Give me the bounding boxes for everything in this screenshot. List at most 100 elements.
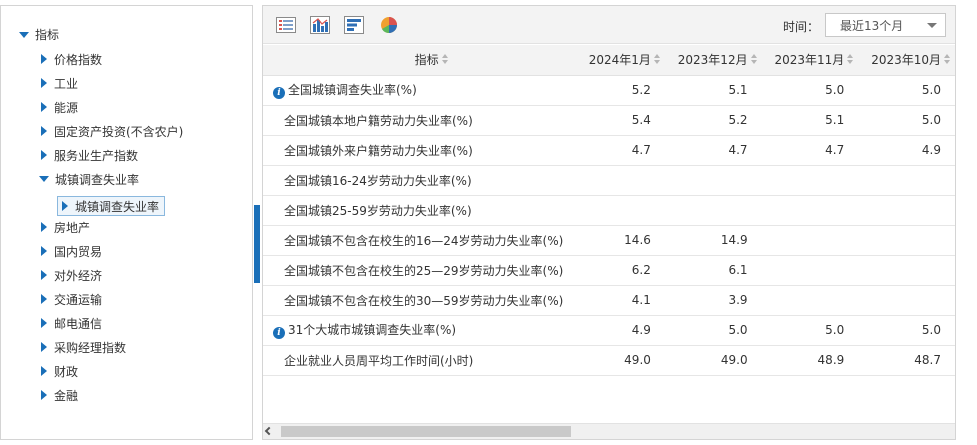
view-toolbar: 时间： 最近13个月 — [263, 6, 955, 44]
pie-chart-icon[interactable] — [378, 15, 400, 35]
info-icon[interactable]: i — [273, 327, 285, 339]
expand-right-icon[interactable] — [41, 390, 47, 400]
tree-item-label: 工业 — [54, 76, 79, 91]
expand-right-icon[interactable] — [41, 150, 47, 160]
header-indicator[interactable]: 指标 — [263, 45, 571, 76]
header-period[interactable]: 2024年1月 — [570, 45, 667, 76]
scrollbar-thumb[interactable] — [281, 426, 571, 437]
tree-item-fixed-asset-investment[interactable]: 固定资产投资(不含农户) — [41, 122, 183, 140]
tree-item-label: 能源 — [54, 100, 79, 115]
table-cell: 5.0 — [763, 315, 861, 346]
table-cell — [860, 165, 955, 196]
table-cell: 4.9 — [860, 135, 955, 166]
time-range-select[interactable]: 最近13个月 — [825, 13, 946, 37]
tree-item-label: 房地产 — [54, 220, 91, 235]
sort-icon[interactable] — [653, 54, 661, 65]
expand-right-icon[interactable] — [41, 102, 47, 112]
tree-selected-urban-unemployment[interactable]: 城镇调查失业率 — [57, 196, 166, 216]
header-period-label: 2023年11月 — [774, 53, 845, 68]
table-cell: 5.4 — [570, 105, 667, 136]
table-cell: 5.0 — [860, 105, 955, 136]
expand-right-icon[interactable] — [41, 342, 47, 352]
sort-icon[interactable] — [847, 54, 854, 65]
expand-right-icon[interactable] — [41, 222, 47, 232]
table-row: 全国城镇25-59岁劳动力失业率(%) — [263, 195, 955, 226]
tree-item-label: 对外经济 — [54, 268, 103, 283]
tree-item-energy[interactable]: 能源 — [41, 98, 78, 116]
data-table: 指标 2024年1月 2023年12月 2023年11月 2023年10月 i全… — [263, 45, 955, 376]
info-icon[interactable]: i — [273, 87, 285, 99]
tree-item-domestic-trade[interactable]: 国内贸易 — [41, 242, 102, 260]
header-period[interactable]: 2023年11月 — [763, 45, 861, 76]
horizontal-bar-icon[interactable] — [343, 15, 365, 35]
tree-item-urban-unemployment[interactable]: 城镇调查失业率 — [39, 170, 139, 188]
table-cell: 4.7 — [666, 135, 764, 166]
expand-right-icon[interactable] — [41, 366, 47, 376]
table-cell: 4.7 — [763, 135, 861, 166]
table-cell: 4.9 — [570, 315, 667, 346]
table-cell — [763, 195, 861, 226]
header-indicator-label: 指标 — [414, 53, 439, 68]
tree-item-industry[interactable]: 工业 — [41, 74, 78, 92]
row-indicator: 全国城镇外来户籍劳动力失业率(%) — [263, 135, 571, 166]
tree-item-pmi[interactable]: 采购经理指数 — [41, 338, 126, 356]
table-cell: 5.0 — [763, 75, 861, 106]
tree-item-real-estate[interactable]: 房地产 — [41, 218, 90, 236]
indicator-tree-panel: 指标 价格指数 工业 能源 固定资产投资(不含农户) 服务业生产指数 城镇调查失… — [0, 5, 253, 440]
expand-right-icon[interactable] — [41, 270, 47, 280]
sort-icon[interactable] — [750, 54, 758, 65]
tree-item-label: 金融 — [54, 388, 79, 403]
tree-root-label: 指标 — [35, 28, 60, 42]
table-header-row: 指标 2024年1月 2023年12月 2023年11月 2023年10月 — [263, 45, 955, 76]
table-cell — [763, 255, 861, 286]
row-indicator: 全国城镇不包含在校生的16—24岁劳动力失业率(%) — [263, 225, 571, 256]
header-period[interactable]: 2023年10月 — [860, 45, 955, 76]
table-cell — [666, 195, 764, 226]
table-cell — [570, 195, 667, 226]
table-row: 全国城镇本地户籍劳动力失业率(%) 5.4 5.2 5.1 5.0 — [263, 105, 955, 136]
row-indicator-label: 全国城镇调查失业率(%) — [288, 83, 417, 97]
tree-item-banking[interactable]: 金融 — [41, 386, 78, 404]
sort-icon[interactable] — [441, 54, 449, 65]
bar-chart-icon[interactable] — [309, 15, 331, 35]
table-cell: 5.0 — [666, 315, 764, 346]
table-cell — [763, 165, 861, 196]
expand-right-icon[interactable] — [41, 78, 47, 88]
expand-right-icon[interactable] — [41, 54, 47, 64]
expand-down-icon[interactable] — [39, 176, 49, 182]
tree-item-foreign-economy[interactable]: 对外经济 — [41, 266, 102, 284]
tree-item-label: 城镇调查失业率 — [55, 172, 140, 187]
expand-right-icon[interactable] — [41, 246, 47, 256]
table-cell: 4.7 — [570, 135, 667, 166]
table-row: 全国城镇不包含在校生的16—24岁劳动力失业率(%) 14.6 14.9 — [263, 225, 955, 256]
table-cell: 14.6 — [570, 225, 667, 256]
tree-item-finance-public[interactable]: 财政 — [41, 362, 78, 380]
header-period-label: 2023年10月 — [871, 53, 941, 68]
tree-item-label: 财政 — [54, 364, 79, 379]
sort-icon[interactable] — [944, 54, 951, 65]
row-indicator-label: 31个大城市城镇调查失业率(%) — [288, 323, 457, 337]
panel-splitter-handle[interactable] — [254, 205, 260, 283]
horizontal-scrollbar[interactable] — [263, 423, 955, 439]
table-cell: 48.7 — [860, 345, 955, 376]
scroll-left-arrow-icon[interactable] — [264, 426, 274, 436]
tree-item-label: 采购经理指数 — [54, 340, 127, 355]
header-period[interactable]: 2023年12月 — [666, 45, 764, 76]
table-cell — [860, 255, 955, 286]
expand-right-icon[interactable] — [41, 126, 47, 136]
row-indicator: 全国城镇16-24岁劳动力失业率(%) — [263, 165, 571, 196]
tree-item-services-index[interactable]: 服务业生产指数 — [41, 146, 138, 164]
table-view-icon[interactable] — [275, 15, 297, 35]
table-cell: 3.9 — [666, 285, 764, 316]
expand-down-icon[interactable] — [19, 31, 29, 38]
expand-right-icon[interactable] — [41, 294, 47, 304]
tree-item-transportation[interactable]: 交通运输 — [41, 290, 102, 308]
tree-root-indicators[interactable]: 指标 — [19, 26, 59, 43]
header-period-label: 2023年12月 — [677, 53, 748, 68]
table-cell: 5.2 — [570, 75, 667, 106]
table-row: 全国城镇不包含在校生的30—59岁劳动力失业率(%) 4.1 3.9 — [263, 285, 955, 316]
tree-item-price-index[interactable]: 价格指数 — [41, 50, 102, 68]
tree-item-post-telecom[interactable]: 邮电通信 — [41, 314, 102, 332]
tree-item-label: 国内贸易 — [54, 244, 103, 259]
expand-right-icon[interactable] — [41, 318, 47, 328]
